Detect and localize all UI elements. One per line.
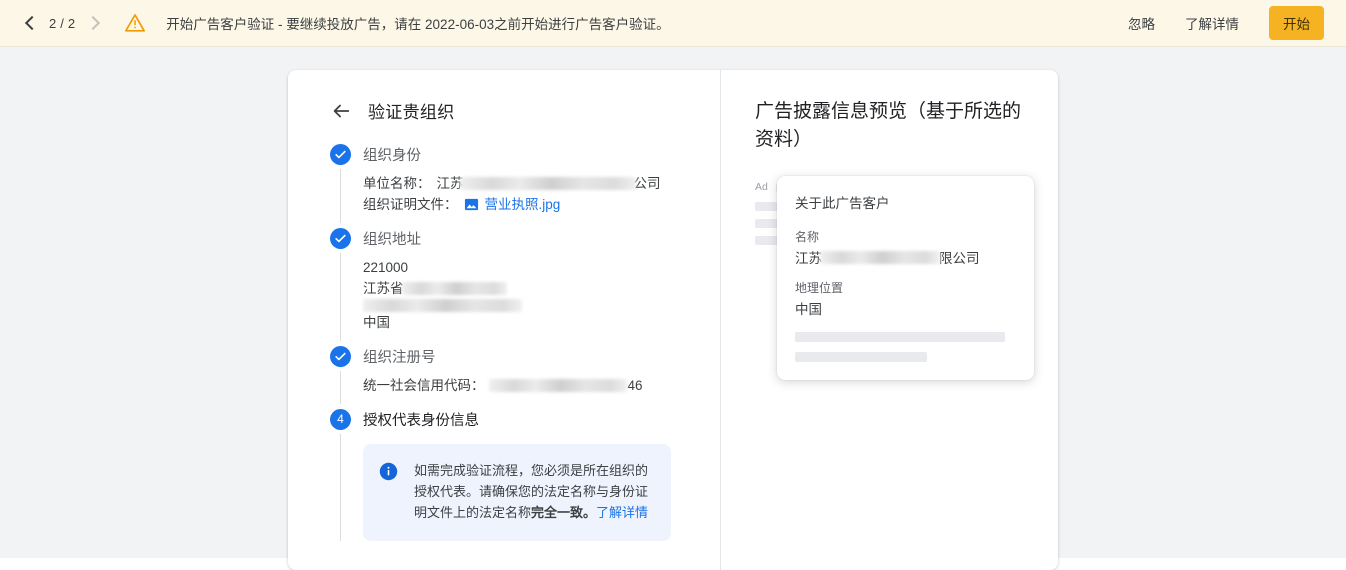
company-name-suffix: 公司 bbox=[633, 176, 661, 191]
popover-skeleton-line bbox=[795, 352, 927, 362]
step-number-badge: 4 bbox=[330, 408, 351, 430]
info-callout: 如需完成验证流程，您必须是所在组织的授权代表。请确保您的法定名称与身份证明文件上… bbox=[363, 444, 671, 541]
chevron-right-icon[interactable] bbox=[84, 14, 102, 32]
start-button[interactable]: 开始 bbox=[1269, 6, 1324, 40]
popover-name-prefix: 江苏 bbox=[795, 251, 822, 266]
card-right-panel: 广告披露信息预览（基于所选的资料） Ad 关于此广告客户 名称 江苏 限公司 地… bbox=[721, 70, 1058, 570]
check-circle-icon bbox=[330, 143, 351, 165]
step-body: 221000 江苏省 中国 bbox=[340, 253, 694, 341]
banner-pager: 2 / 2 bbox=[22, 14, 102, 32]
about-advertiser-popover: 关于此广告客户 名称 江苏 限公司 地理位置 中国 bbox=[777, 176, 1034, 380]
check-circle-icon bbox=[330, 227, 351, 249]
credit-code-suffix: 46 bbox=[627, 378, 643, 393]
pager-label: 2 / 2 bbox=[49, 15, 76, 31]
redacted-popover-name bbox=[820, 250, 940, 264]
info-icon bbox=[379, 462, 398, 481]
address-province: 江苏省 bbox=[363, 281, 404, 296]
step-title: 组织注册号 bbox=[363, 349, 436, 366]
redacted-credit-code bbox=[488, 379, 627, 392]
step-title: 授权代表身份信息 bbox=[363, 412, 479, 429]
redacted-company-name bbox=[459, 177, 636, 190]
image-file-icon bbox=[464, 197, 479, 212]
popover-name-value: 江苏 限公司 bbox=[795, 247, 1016, 267]
chevron-left-icon[interactable] bbox=[22, 14, 40, 32]
learn-more-link[interactable]: 了解详情 bbox=[1185, 13, 1239, 33]
step-header: 组织身份 bbox=[330, 139, 694, 169]
card-left-panel: 验证贵组织 组织身份 单位名称： 江苏 公司 组织证明文件： 营业执照.jpg … bbox=[288, 70, 721, 570]
step-body: 单位名称： 江苏 公司 组织证明文件： 营业执照.jpg bbox=[340, 169, 694, 223]
step-title: 组织身份 bbox=[363, 147, 421, 164]
proof-document-label: 组织证明文件： bbox=[363, 197, 458, 212]
company-name-row: 单位名称： 江苏 公司 bbox=[363, 173, 694, 194]
verification-card: 验证贵组织 组织身份 单位名称： 江苏 公司 组织证明文件： 营业执照.jpg … bbox=[288, 70, 1058, 570]
step-organization-address: 组织地址 221000 江苏省 中国 bbox=[330, 223, 694, 341]
step-header: 组织地址 bbox=[330, 223, 694, 253]
notification-banner: 2 / 2 开始广告客户验证 - 要继续投放广告，请在 2022-06-03之前… bbox=[0, 0, 1346, 47]
popover-skeleton-line bbox=[795, 332, 1005, 342]
popover-location-value: 中国 bbox=[795, 302, 822, 317]
address-country: 中国 bbox=[363, 315, 390, 330]
popover-name-suffix: 限公司 bbox=[939, 251, 980, 266]
info-callout-text: 如需完成验证流程，您必须是所在组织的授权代表。请确保您的法定名称与身份证明文件上… bbox=[414, 460, 653, 523]
warning-triangle-icon bbox=[124, 12, 146, 34]
credit-code-row: 统一社会信用代码： 46 bbox=[363, 375, 694, 396]
popover-location-label: 地理位置 bbox=[795, 281, 844, 295]
banner-actions: 忽略 了解详情 开始 bbox=[1128, 6, 1324, 40]
credit-code-label: 统一社会信用代码： bbox=[363, 378, 485, 393]
info-text-bold: 完全一致。 bbox=[531, 505, 597, 520]
check-circle-icon bbox=[330, 345, 351, 367]
step-title: 组织地址 bbox=[363, 231, 421, 248]
dismiss-link[interactable]: 忽略 bbox=[1128, 13, 1155, 33]
address-line-2 bbox=[363, 299, 694, 312]
popover-name-label: 名称 bbox=[795, 230, 820, 244]
preview-title: 广告披露信息预览（基于所选的资料） bbox=[755, 101, 1022, 150]
info-learn-more-link[interactable]: 了解详情 bbox=[596, 505, 648, 520]
company-name-label: 单位名称： bbox=[363, 176, 431, 191]
proof-document-row: 组织证明文件： 营业执照.jpg bbox=[363, 194, 694, 215]
step-organization-identity: 组织身份 单位名称： 江苏 公司 组织证明文件： 营业执照.jpg bbox=[330, 139, 694, 223]
step-authorized-representative: 4 授权代表身份信息 如需完成验证流程，您必须是所在组织的授权代表。请确保您的法… bbox=[330, 404, 694, 541]
banner-message: 开始广告客户验证 - 要继续投放广告，请在 2022-06-03之前开始进行广告… bbox=[166, 17, 670, 32]
arrow-left-icon[interactable] bbox=[330, 100, 352, 122]
step-header: 组织注册号 bbox=[330, 341, 694, 371]
page-title: 验证贵组织 bbox=[368, 103, 455, 122]
redacted-address-line-2 bbox=[363, 299, 522, 312]
step-body: 如需完成验证流程，您必须是所在组织的授权代表。请确保您的法定名称与身份证明文件上… bbox=[340, 434, 694, 541]
step-body: 统一社会信用代码： 46 bbox=[340, 371, 694, 404]
redacted-address-line-1 bbox=[401, 282, 507, 295]
card-left-header: 验证贵组织 bbox=[330, 98, 694, 123]
address-line-1: 江苏省 bbox=[363, 278, 694, 299]
step-organization-registration: 组织注册号 统一社会信用代码： 46 bbox=[330, 341, 694, 404]
popover-title: 关于此广告客户 bbox=[795, 196, 890, 211]
ad-label: Ad bbox=[755, 181, 768, 193]
step-header: 4 授权代表身份信息 bbox=[330, 404, 694, 434]
proof-document-link[interactable]: 营业执照.jpg bbox=[485, 194, 561, 215]
postal-code: 221000 bbox=[363, 260, 409, 275]
